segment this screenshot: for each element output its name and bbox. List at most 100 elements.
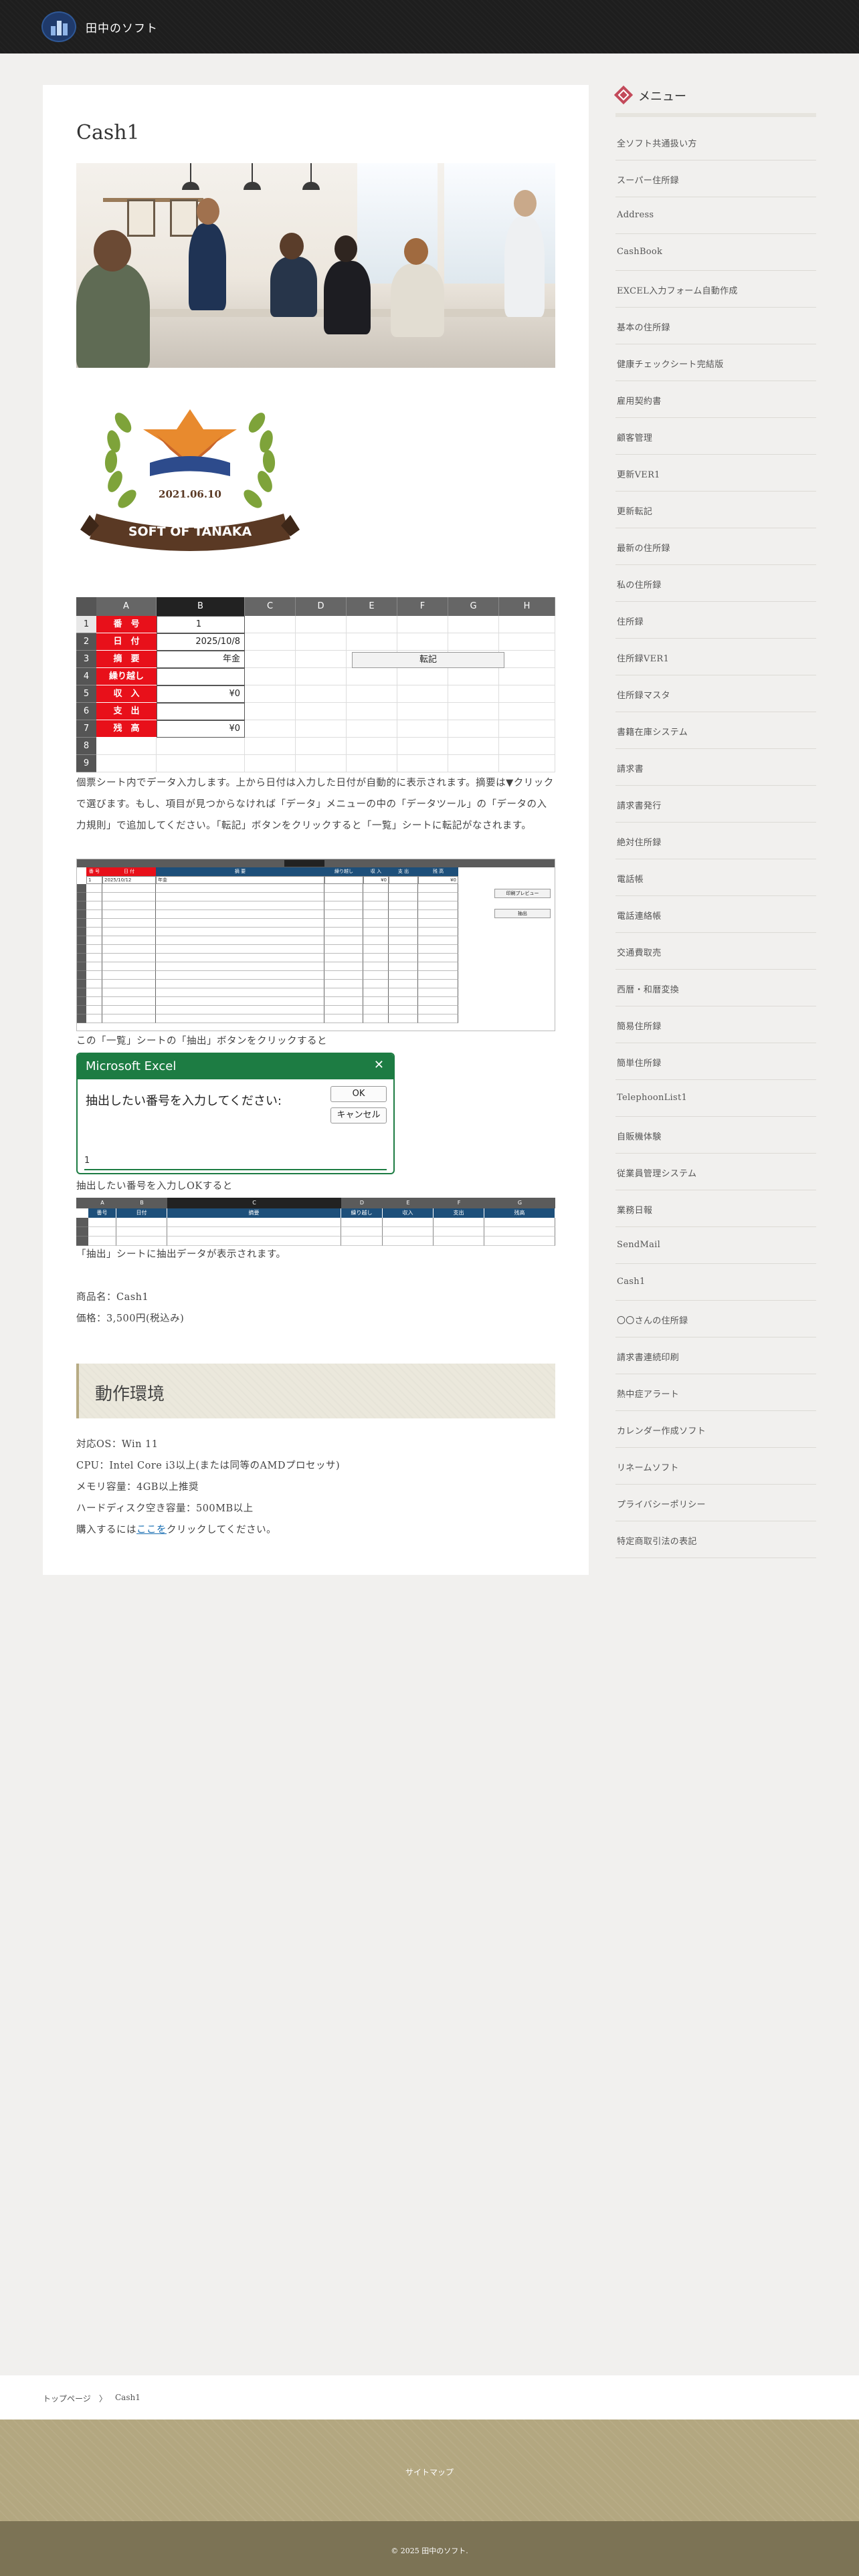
sidebar-item[interactable]: Cash1 [615,1264,816,1301]
sheet-cell [245,738,296,755]
site-title[interactable]: 田中のソフト [86,19,158,35]
sidebar-item[interactable]: 更新転記 [615,492,816,528]
list-cell [156,893,324,901]
list-data-cell: 1 [86,876,102,884]
column-header: D [341,1198,383,1208]
list-cell [102,919,156,928]
sidebar-item[interactable]: 住所録 [615,602,816,639]
row-header: 5 [76,685,96,703]
list-cell [363,893,389,901]
sidebar-item[interactable]: 簡易住所録 [615,1006,816,1043]
sidebar-item[interactable]: 書籍在庫システム [615,712,816,749]
section-heading-box: 動作環境 [76,1364,555,1418]
site-logo-icon[interactable] [41,11,76,42]
sidebar-item[interactable]: 特定商取引法の表記 [615,1521,816,1558]
sidebar-item[interactable]: SendMail [615,1227,816,1264]
sidebar-item[interactable]: TelephoonList1 [615,1080,816,1117]
extract-cell [341,1218,383,1227]
row-header [77,928,86,936]
sidebar-item[interactable]: スーパー住所録 [615,160,816,197]
extract-header-cell: 摘要 [167,1208,341,1218]
footer-copyright-bar: © 2025 田中のソフト. [0,2521,859,2576]
sidebar-item[interactable]: 請求書発行 [615,786,816,823]
sidebar-item[interactable]: 業務日報 [615,1190,816,1227]
extract-button[interactable]: 抽出 [494,909,551,918]
sheet-cell [245,668,296,685]
list-cell [324,954,363,962]
list-cell [363,1006,389,1014]
field-value [157,703,245,720]
page-title: Cash1 [76,121,140,144]
sidebar-item[interactable]: 全ソフト共通扱い方 [615,124,816,160]
list-cell [86,936,102,945]
sidebar-item[interactable]: 顧客管理 [615,418,816,455]
dialog-number-input[interactable]: 1 [84,1156,387,1170]
list-cell [102,910,156,919]
sheet-cell [448,633,499,651]
sidebar-item[interactable]: 電話連絡帳 [615,896,816,933]
sidebar-item[interactable]: 雇用契約書 [615,381,816,418]
list-cell [389,1006,418,1014]
sheet-cell [397,720,448,738]
field-value: 1 [157,616,245,633]
sidebar-item[interactable]: 西暦・和暦変換 [615,970,816,1006]
list-data-cell: ¥0 [363,876,389,884]
list-cell [418,980,458,988]
list-cell [86,919,102,928]
row-header [77,980,86,988]
close-icon[interactable]: ✕ [374,1058,384,1072]
list-cell [363,928,389,936]
transfer-button[interactable]: 転記 [352,652,504,668]
list-cell [102,884,156,893]
list-cell [363,988,389,997]
sidebar-item[interactable]: 更新VER1 [615,455,816,492]
footer-sitemap-link[interactable]: サイトマップ [0,2466,859,2478]
sidebar-item[interactable]: CashBook [615,234,816,271]
sheet-cell [157,738,245,755]
breadcrumb-home[interactable]: トップページ [43,2393,91,2404]
sidebar-item[interactable]: 簡単住所録 [615,1043,816,1080]
requirement-os: 対応OS：Win 11 [76,1439,159,1450]
sidebar-item[interactable]: 自販機体験 [615,1117,816,1154]
list-cell [324,945,363,954]
column-header: F [434,1198,484,1208]
sidebar-item[interactable]: 熱中症アラート [615,1374,816,1411]
sidebar-item[interactable]: 〇〇さんの住所録 [615,1301,816,1337]
sidebar-item[interactable]: EXCEL入力フォーム自動作成 [615,271,816,308]
sidebar-item[interactable]: 健康チェックシート完結版 [615,344,816,381]
purchase-link[interactable]: ここを [136,1525,167,1535]
sidebar-item[interactable]: 基本の住所録 [615,308,816,344]
field-label: 繰り越し [96,668,157,685]
sidebar-item[interactable]: Address [615,197,816,234]
dialog-ok-button[interactable]: OK [330,1086,387,1102]
list-cell [418,945,458,954]
sidebar-item[interactable]: 私の住所録 [615,565,816,602]
sidebar-item[interactable]: 住所録VER1 [615,639,816,675]
sheet-cell [499,651,555,668]
sidebar-item[interactable]: 絶対住所録 [615,823,816,859]
list-cell [86,893,102,901]
sidebar-item[interactable]: 電話帳 [615,859,816,896]
sheet-cell [499,633,555,651]
sidebar-item[interactable]: 交通費取売 [615,933,816,970]
sidebar-item[interactable]: プライバシーポリシー [615,1485,816,1521]
sidebar-item[interactable]: カレンダー作成ソフト [615,1411,816,1448]
sheet-cell [448,703,499,720]
dialog-cancel-button[interactable]: キャンセル [330,1107,387,1123]
sidebar-item[interactable]: リネームソフト [615,1448,816,1485]
row-header [77,997,86,1006]
row-header [77,1014,86,1023]
column-header: H [499,597,555,616]
sheet-cell [245,616,296,633]
sidebar-item[interactable]: 最新の住所録 [615,528,816,565]
sidebar-item[interactable]: 請求書 [615,749,816,786]
print-preview-button[interactable]: 印刷プレビュー [494,889,551,898]
sidebar-item[interactable]: 住所録マスタ [615,675,816,712]
list-cell [324,919,363,928]
sidebar-item[interactable]: 従業員管理システム [615,1154,816,1190]
column-header: C [167,1198,341,1208]
sidebar-item[interactable]: 請求書連続印刷 [615,1337,816,1374]
sheet-cell [296,616,347,633]
list-cell [363,919,389,928]
row-header [76,1227,88,1237]
